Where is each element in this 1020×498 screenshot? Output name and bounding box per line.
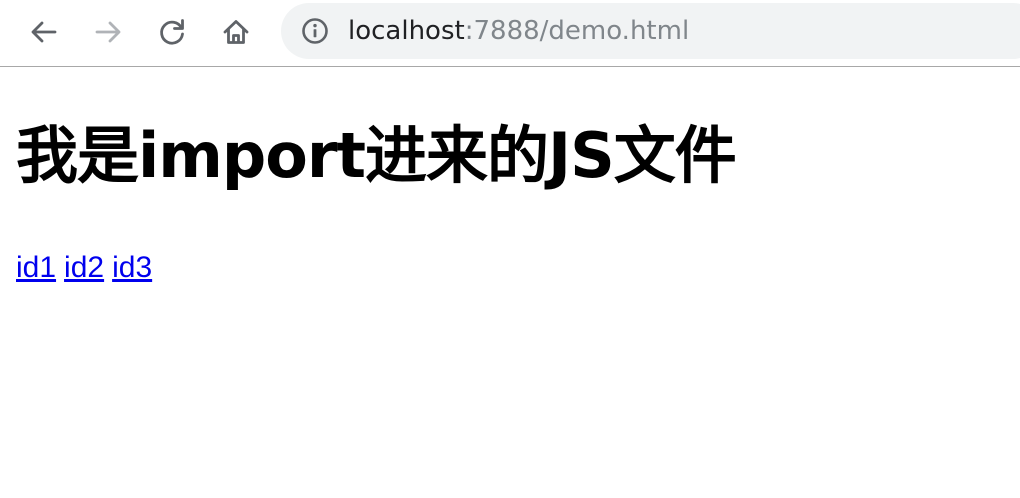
- home-icon: [223, 20, 249, 44]
- link-list: id1 id2 id3: [16, 248, 160, 288]
- address-bar[interactable]: localhost:7888/demo.html: [281, 3, 1020, 59]
- back-button[interactable]: [24, 12, 64, 52]
- link-id3[interactable]: id3: [112, 251, 152, 284]
- info-icon[interactable]: [301, 17, 329, 45]
- home-button[interactable]: [216, 12, 256, 52]
- url-path: :7888/demo.html: [464, 16, 690, 46]
- arrow-right-icon: [95, 21, 121, 43]
- url-host: localhost: [348, 16, 465, 46]
- url-text[interactable]: localhost:7888/demo.html: [348, 16, 689, 46]
- page-heading: 我是import进来的JS文件: [16, 119, 737, 192]
- link-id1[interactable]: id1: [16, 251, 56, 284]
- forward-button[interactable]: [88, 12, 128, 52]
- arrow-left-icon: [31, 21, 57, 43]
- link-id2[interactable]: id2: [64, 251, 104, 284]
- reload-button[interactable]: [152, 12, 192, 52]
- reload-icon: [160, 19, 184, 45]
- browser-toolbar: localhost:7888/demo.html: [0, 0, 1020, 67]
